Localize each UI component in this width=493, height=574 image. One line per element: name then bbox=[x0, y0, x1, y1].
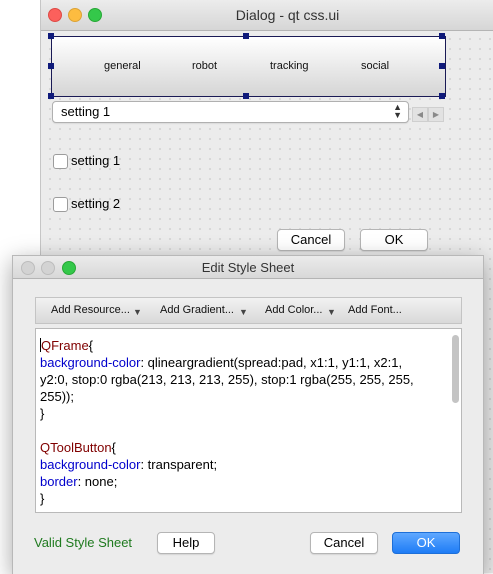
property-value: : transparent; bbox=[140, 457, 218, 472]
code-line: } bbox=[40, 406, 45, 421]
style-ok-button[interactable]: OK bbox=[392, 532, 460, 554]
style-cancel-button[interactable]: Cancel bbox=[310, 532, 378, 554]
editor-scrollbar[interactable] bbox=[452, 335, 459, 403]
code-text[interactable]: QFrame{ background-color: qlineargradien… bbox=[40, 337, 442, 507]
add-color-button[interactable]: Add Color... bbox=[265, 304, 322, 316]
dialog-cancel-button[interactable]: Cancel bbox=[277, 229, 345, 251]
tool-button-social[interactable]: social bbox=[361, 60, 389, 72]
selection-handle-top-right[interactable] bbox=[439, 33, 445, 39]
selection-handle-bottom-left[interactable] bbox=[48, 93, 54, 99]
code-brace: { bbox=[88, 338, 94, 353]
checkbox-box[interactable] bbox=[53, 154, 68, 169]
checkbox-label: setting 2 bbox=[71, 196, 121, 211]
designer-window-title: Dialog - qt css.ui bbox=[235, 7, 340, 23]
property-background-color: background-color bbox=[40, 355, 141, 370]
minimize-window-button[interactable] bbox=[68, 8, 82, 22]
selection-handle-bottom-right[interactable] bbox=[439, 93, 445, 99]
code-line: } bbox=[40, 491, 45, 506]
checkbox-box[interactable] bbox=[53, 197, 68, 212]
property-value: : qlineargradient(spread:pad, x1:1, y1:1… bbox=[140, 355, 403, 370]
close-window-button[interactable] bbox=[48, 8, 62, 22]
add-gradient-button[interactable]: Add Gradient... bbox=[160, 304, 234, 316]
selection-handle-left[interactable] bbox=[48, 63, 54, 69]
settings-combobox[interactable]: setting 1 ▲ ▼ bbox=[52, 101, 409, 123]
selector-qtoolbutton: QToolButton bbox=[40, 440, 112, 455]
designer-titlebar: Dialog - qt css.ui bbox=[41, 0, 493, 31]
code-brace: { bbox=[111, 440, 116, 455]
selection-handle-top-left[interactable] bbox=[48, 33, 54, 39]
dropdown-arrow-icon[interactable]: ▼ bbox=[239, 307, 248, 317]
dialog-ok-button[interactable]: OK bbox=[360, 229, 428, 251]
style-sheet-editor[interactable]: QFrame{ background-color: qlineargradien… bbox=[35, 328, 462, 513]
arrow-left-icon[interactable]: ◀ bbox=[412, 107, 428, 122]
add-font-button[interactable]: Add Font... bbox=[348, 304, 402, 316]
tool-button-tracking[interactable]: tracking bbox=[270, 60, 309, 72]
tool-button-general[interactable]: general bbox=[104, 60, 141, 72]
validation-status: Valid Style Sheet bbox=[34, 535, 133, 550]
property-value: : none; bbox=[77, 474, 118, 489]
selection-handle-bottom[interactable] bbox=[243, 93, 249, 99]
help-button[interactable]: Help bbox=[157, 532, 215, 554]
selection-handle-right[interactable] bbox=[439, 63, 445, 69]
selection-handle-top[interactable] bbox=[243, 33, 249, 39]
add-resource-button[interactable]: Add Resource... bbox=[51, 304, 130, 316]
property-border: border bbox=[40, 474, 78, 489]
styled-frame[interactable]: general robot tracking social bbox=[51, 36, 446, 97]
style-sheet-window-title: Edit Style Sheet bbox=[201, 260, 295, 275]
selector-qframe: QFrame bbox=[41, 338, 89, 353]
dropdown-arrow-icon[interactable]: ▼ bbox=[133, 307, 142, 317]
edit-style-sheet-window: Edit Style Sheet Add Resource... ▼ Add G… bbox=[12, 255, 484, 574]
checkbox-label: setting 1 bbox=[71, 153, 121, 168]
arrow-right-icon[interactable]: ▶ bbox=[428, 107, 444, 122]
style-sheet-titlebar: Edit Style Sheet bbox=[13, 256, 483, 279]
style-sheet-toolbar: Add Resource... ▼ Add Gradient... ▼ Add … bbox=[35, 297, 462, 324]
code-line: y2:0, stop:0 rgba(213, 213, 213, 255), s… bbox=[40, 372, 414, 387]
dropdown-arrow-icon[interactable]: ▼ bbox=[327, 307, 336, 317]
combobox-value: setting 1 bbox=[61, 104, 111, 119]
updown-chevron-icon: ▲ ▼ bbox=[393, 102, 402, 120]
code-line: 255)); bbox=[40, 389, 74, 404]
property-background-color: background-color bbox=[40, 457, 141, 472]
tool-button-robot[interactable]: robot bbox=[192, 60, 217, 72]
